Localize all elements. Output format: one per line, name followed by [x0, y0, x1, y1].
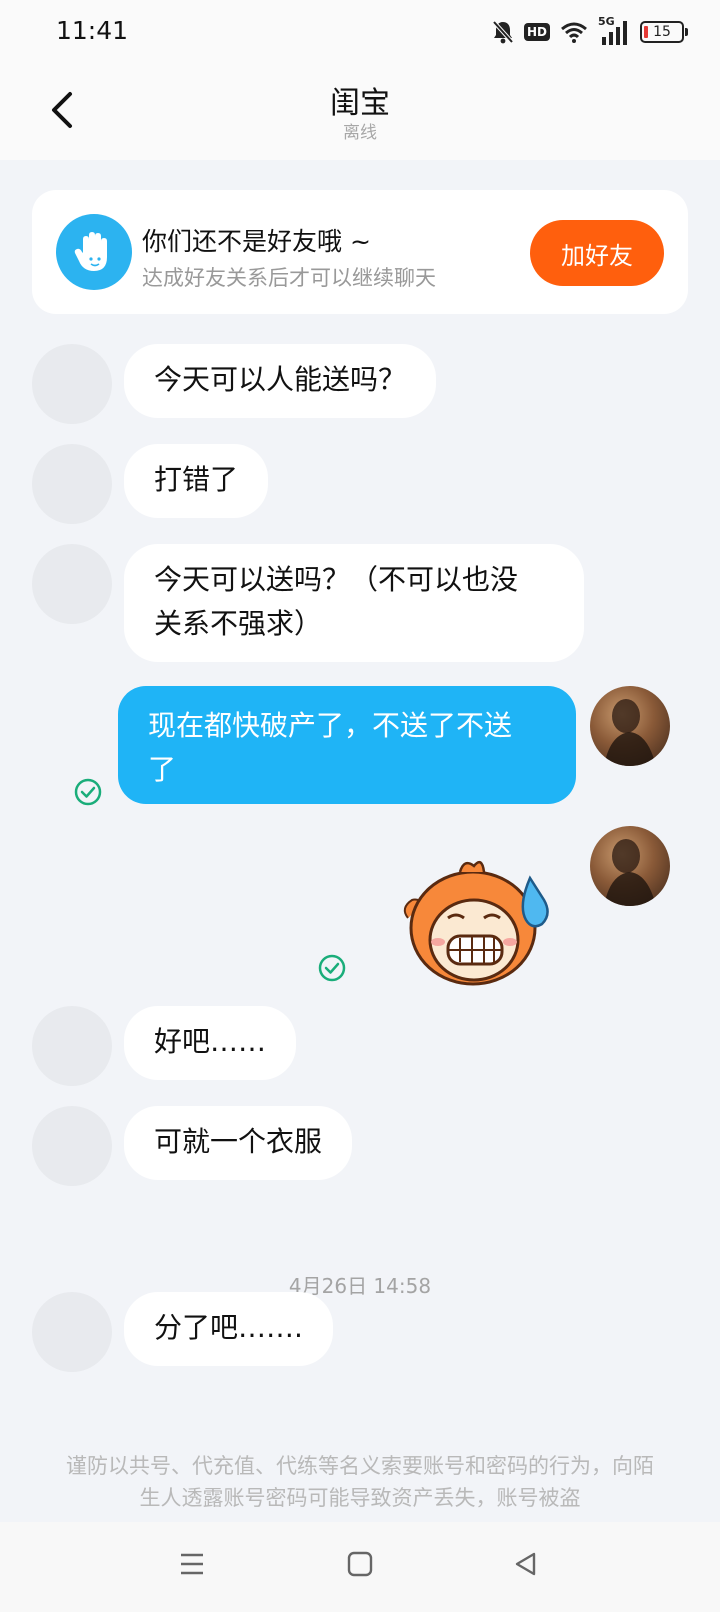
friend-notice-card: 你们还不是好友哦 ~ 达成好友关系后才可以继续聊天 加好友: [32, 190, 688, 314]
add-friend-button[interactable]: 加好友: [530, 220, 664, 286]
incoming-message[interactable]: 今天可以送吗？（不可以也没 关系不强求）: [124, 544, 584, 662]
message-line: 今天可以送吗？（不可以也没: [154, 563, 519, 596]
waving-hand-icon: [56, 214, 132, 290]
battery-level: 15: [653, 24, 671, 40]
incoming-message[interactable]: 分了吧…….: [124, 1292, 333, 1366]
outgoing-message[interactable]: 现在都快破产了，不送了不送 了: [118, 686, 576, 804]
notice-title: 你们还不是好友哦 ~: [142, 227, 371, 256]
hd-icon: HD: [523, 23, 550, 41]
my-avatar[interactable]: [590, 686, 670, 766]
message-line: 了: [148, 753, 177, 786]
person-photo-icon: [604, 839, 656, 906]
contact-avatar[interactable]: [32, 1106, 112, 1186]
system-nav-bar: [0, 1522, 720, 1612]
incoming-message[interactable]: 可就一个衣服: [124, 1106, 353, 1180]
notice-subtitle: 达成好友关系后才可以继续聊天: [142, 266, 436, 290]
timestamp: 4月26日 14:58: [288, 1274, 432, 1298]
page-title: 闺宝: [330, 86, 390, 121]
contact-avatar[interactable]: [32, 344, 112, 424]
battery-icon: 15: [640, 21, 688, 43]
chat-header: 闺宝 离线: [0, 64, 720, 160]
contact-avatar[interactable]: [32, 1292, 112, 1372]
read-check-icon: [318, 954, 346, 982]
contact-avatar[interactable]: [32, 544, 112, 624]
contact-avatar[interactable]: [32, 1006, 112, 1086]
message-line: 现在都快破产了，不送了不送: [148, 709, 513, 742]
home-icon[interactable]: [346, 1550, 374, 1578]
mute-bell-icon: [492, 20, 514, 44]
incoming-message[interactable]: 今天可以人能送吗？: [124, 344, 437, 418]
read-check-icon: [74, 778, 102, 806]
status-icons: HD 5G 15: [492, 15, 688, 48]
sweating-grimace-sticker[interactable]: [398, 858, 558, 988]
my-avatar[interactable]: [590, 826, 670, 906]
security-warning: 谨防以共号、代充值、代练等名义索要账号和密码的行为，向陌生人透露账号密码可能导致…: [66, 1454, 654, 1510]
incoming-message[interactable]: 好吧……: [124, 1006, 297, 1080]
status-bar: 11:41 HD 5G 15: [0, 0, 720, 64]
person-photo-icon: [604, 699, 656, 766]
signal-5g-icon: 5G: [598, 15, 630, 45]
incoming-message[interactable]: 打错了: [124, 444, 269, 518]
wifi-icon: [561, 22, 587, 43]
menu-icon[interactable]: [178, 1550, 206, 1578]
back-triangle-icon[interactable]: [512, 1550, 540, 1578]
status-time: 11:41: [56, 16, 129, 45]
message-line: 关系不强求）: [154, 607, 323, 640]
contact-avatar[interactable]: [32, 444, 112, 524]
online-status: 离线: [343, 123, 377, 143]
